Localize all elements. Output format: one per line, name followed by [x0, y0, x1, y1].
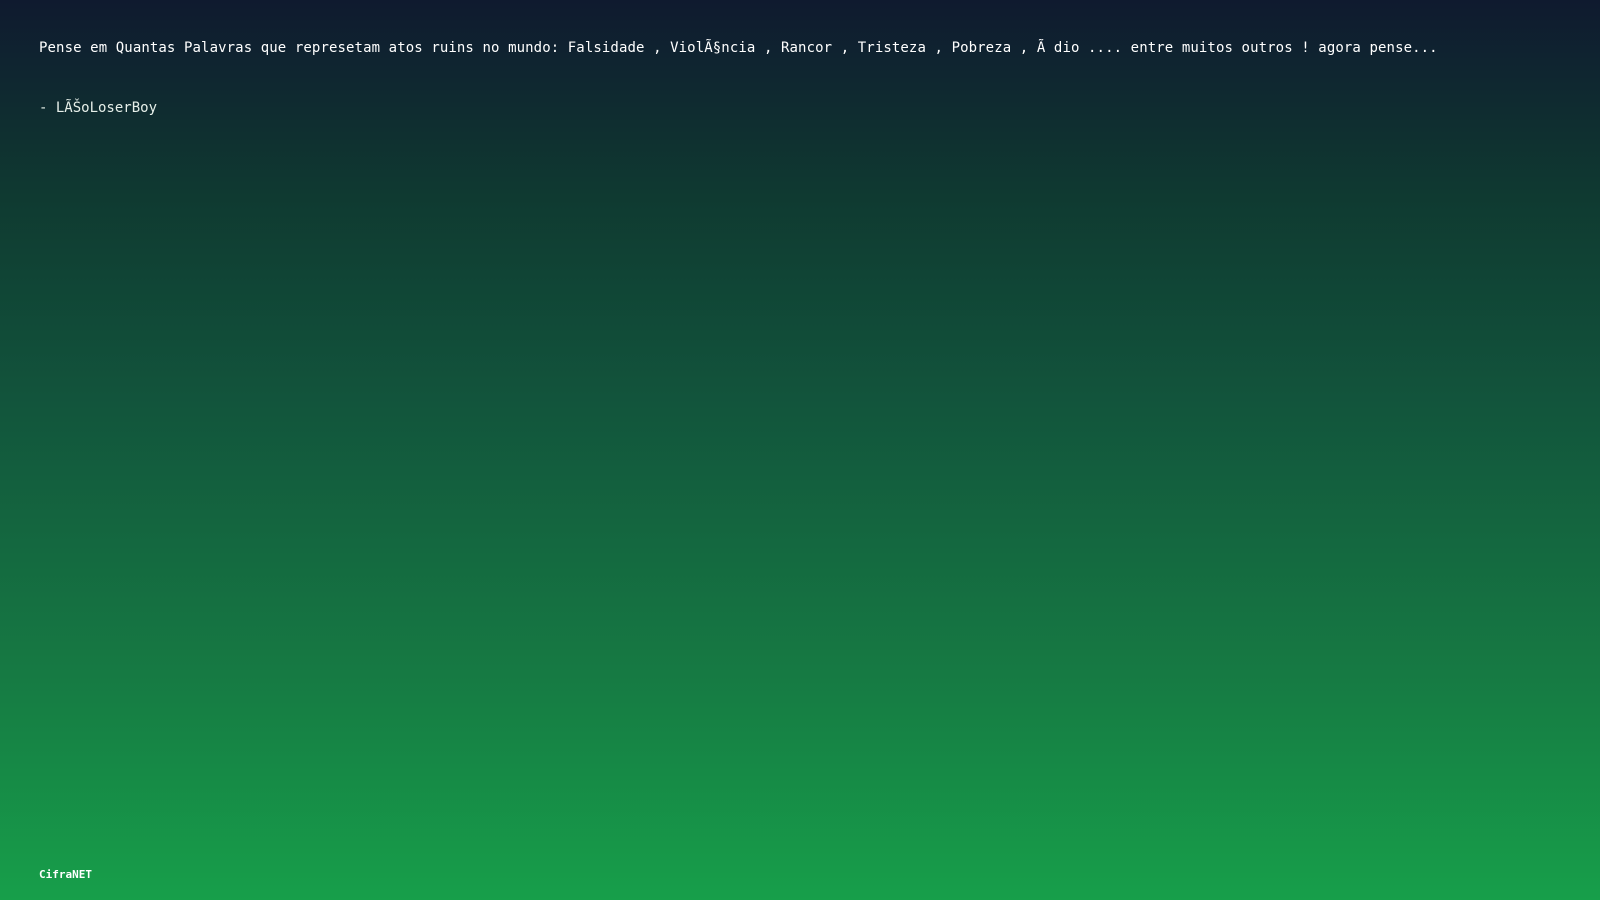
quote-author: - LÃŠoLoserBoy [39, 100, 158, 116]
quote-text: Pense em Quantas Palavras que represetam… [39, 40, 1438, 56]
brand-label: CifraNET [39, 868, 92, 881]
